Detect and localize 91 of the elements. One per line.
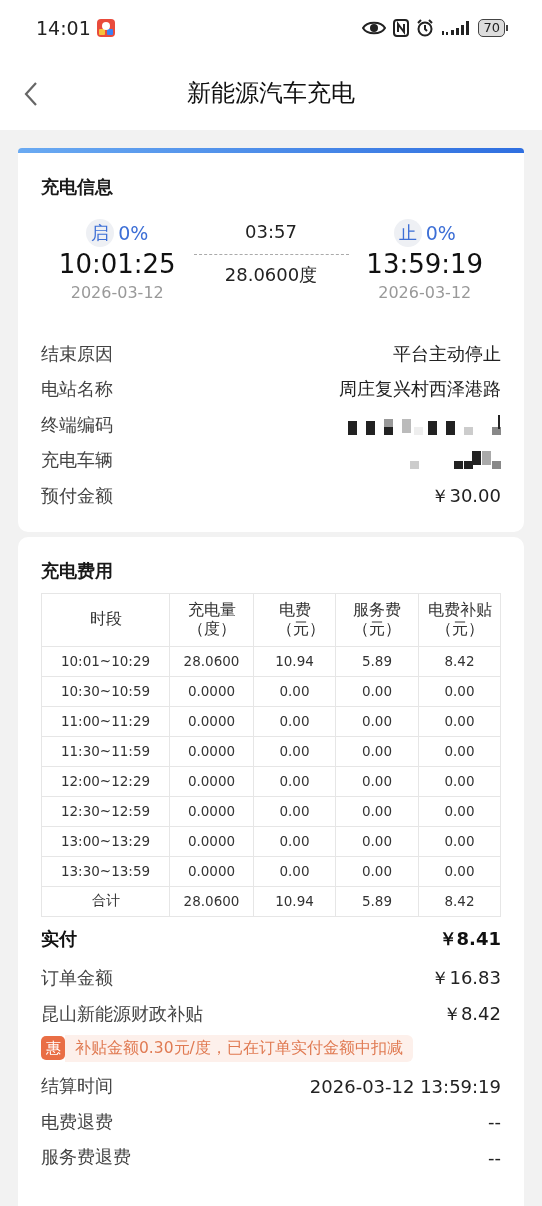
table-cell: 0.0000 [169, 796, 254, 826]
table-cell: 0.00 [253, 796, 336, 826]
table-cell: 0.00 [335, 856, 419, 886]
table-cell: 0.00 [253, 706, 336, 736]
charged-energy: 28.0600度 [224, 263, 318, 287]
signal-icon [441, 20, 472, 36]
field-value: ￥8.41 [438, 926, 501, 951]
table-cell: 0.00 [253, 766, 336, 796]
table-cell: 10.94 [253, 886, 336, 916]
table-cell: 28.0600 [169, 646, 254, 676]
table-cell: 0.00 [253, 856, 336, 886]
table-cell: 0.0000 [169, 826, 254, 856]
table-cell: 8.42 [418, 646, 501, 676]
end-date: 2026-03-12 [378, 283, 472, 302]
field-value: -- [488, 1111, 501, 1133]
table-cell: 10:30~10:59 [41, 676, 170, 706]
field-label: 实付 [41, 926, 77, 951]
eye-icon [362, 20, 387, 36]
field-value: ￥16.83 [431, 966, 501, 991]
field-label: 服务费退费 [41, 1145, 131, 1170]
field-label: 终端编码 [41, 412, 113, 437]
field-value: 平台主动停止 [393, 341, 501, 366]
table-cell: 0.00 [418, 826, 501, 856]
battery-icon: 70 [478, 19, 508, 37]
field-label: 电站名称 [41, 377, 113, 402]
field-label: 结束原因 [41, 341, 113, 366]
battery-percent: 0% [118, 222, 149, 244]
table-cell: 0.00 [335, 766, 419, 796]
table-cell: 0.0000 [169, 706, 254, 736]
clock-time: 14:01 [36, 17, 91, 39]
section-title: 充电费用 [41, 558, 114, 583]
table-cell: 0.00 [253, 676, 336, 706]
start-badge: 启 [86, 219, 115, 247]
table-cell: 0.00 [418, 796, 501, 826]
field-label: 昆山新能源财政补贴 [41, 1001, 203, 1026]
table-cell: 12:30~12:59 [41, 796, 170, 826]
field-label: 充电车辆 [41, 448, 113, 473]
field-value: -- [488, 1146, 501, 1168]
table-cell: 13:30~13:59 [41, 856, 170, 886]
table-cell: 0.0000 [169, 676, 254, 706]
field-value: ￥8.42 [442, 1001, 501, 1026]
table-cell: 28.0600 [169, 886, 254, 916]
field-label: 订单金额 [41, 966, 113, 991]
end-time: 13:59:19 [366, 249, 484, 279]
column-header: 充电量（度） [186, 600, 237, 639]
table-cell: 0.00 [253, 826, 336, 856]
field-value: 周庄复兴村西泽港路 [339, 377, 501, 402]
subsidy-notice: 补贴金额0.30元/度，已在订单实付金额中扣减 [65, 1034, 413, 1062]
table-cell: 11:30~11:59 [41, 736, 170, 766]
table-cell: 0.0000 [169, 856, 254, 886]
table-cell: 0.00 [418, 706, 501, 736]
table-cell: 11:00~11:29 [41, 706, 170, 736]
field-label: 预付金额 [41, 483, 113, 508]
start-date: 2026-03-12 [70, 283, 164, 302]
table-cell: 合计 [41, 886, 170, 916]
table-cell: 0.00 [335, 826, 419, 856]
table-cell: 10.94 [253, 646, 336, 676]
charge-duration: 03:57 [245, 221, 297, 242]
table-cell: 0.00 [253, 736, 336, 766]
end-badge: 止 [393, 219, 422, 247]
start-time: 10:01:25 [58, 249, 176, 279]
column-header: 服务费（元） [352, 600, 402, 639]
table-cell: 0.00 [418, 766, 501, 796]
section-title: 充电信息 [41, 175, 114, 199]
table-cell: 13:00~13:29 [41, 826, 170, 856]
nfc-icon [393, 19, 410, 37]
table-cell: 5.89 [335, 646, 419, 676]
table-cell: 0.00 [418, 856, 501, 886]
table-cell: 10:01~10:29 [41, 646, 170, 676]
field-label: 结算时间 [41, 1074, 113, 1099]
table-cell: 12:00~12:29 [41, 766, 170, 796]
table-cell: 0.00 [418, 736, 501, 766]
table-cell: 8.42 [418, 886, 501, 916]
field-value: 2026-03-12 13:59:19 [309, 1075, 501, 1097]
field-value: ￥30.00 [431, 483, 501, 508]
table-cell: 0.00 [335, 676, 419, 706]
table-cell: 0.00 [335, 706, 419, 736]
field-label: 电费退费 [41, 1109, 113, 1134]
battery-percent: 0% [425, 222, 456, 244]
table-cell: 0.00 [335, 796, 419, 826]
discount-badge: 惠 [41, 1036, 65, 1060]
alarm-icon [416, 19, 435, 37]
table-cell: 0.0000 [169, 766, 254, 796]
table-cell: 0.00 [335, 736, 419, 766]
table-cell: 0.00 [418, 676, 501, 706]
table-cell: 5.89 [335, 886, 419, 916]
page-title: 新能源汽车充电 [187, 78, 355, 109]
table-cell: 0.0000 [169, 736, 254, 766]
app-icon [96, 19, 115, 37]
column-header: 时段 [89, 610, 122, 629]
column-header: 电费补贴（元） [426, 600, 493, 639]
